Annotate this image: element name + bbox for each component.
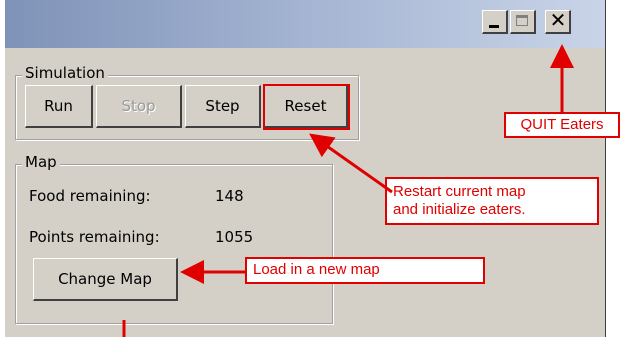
eaters-window: ✕ Simulation Run Stop Step Reset Map Foo… [5, 0, 606, 337]
maximize-icon [516, 15, 528, 26]
reset-annotation: Restart current map and initialize eater… [385, 177, 599, 225]
points-remaining-value: 1055 [215, 228, 254, 246]
simulation-group-label: Simulation [22, 64, 108, 82]
stop-button[interactable]: Stop [96, 85, 182, 128]
change-map-annotation-text: Load in a new map [253, 261, 380, 278]
run-button[interactable]: Run [25, 85, 93, 128]
reset-annotation-line2: and initialize eaters. [393, 201, 526, 218]
food-remaining-value: 148 [215, 187, 244, 205]
reset-annotation-line1: Restart current map [393, 183, 526, 200]
quit-annotation: QUIT Eaters [504, 112, 620, 138]
step-button[interactable]: Step [185, 85, 261, 128]
close-button[interactable]: ✕ [545, 8, 571, 34]
minimize-icon [489, 25, 499, 28]
quit-annotation-text: QUIT Eaters [520, 116, 604, 133]
points-remaining-label: Points remaining: [29, 228, 160, 246]
change-map-annotation: Load in a new map [245, 257, 485, 284]
food-remaining-label: Food remaining: [29, 187, 151, 205]
minimize-button[interactable] [482, 10, 508, 34]
reset-highlight-box [263, 84, 350, 130]
change-map-button[interactable]: Change Map [33, 258, 178, 301]
map-group-label: Map [22, 153, 60, 171]
close-icon: ✕ [549, 8, 567, 32]
maximize-button[interactable] [510, 10, 536, 34]
